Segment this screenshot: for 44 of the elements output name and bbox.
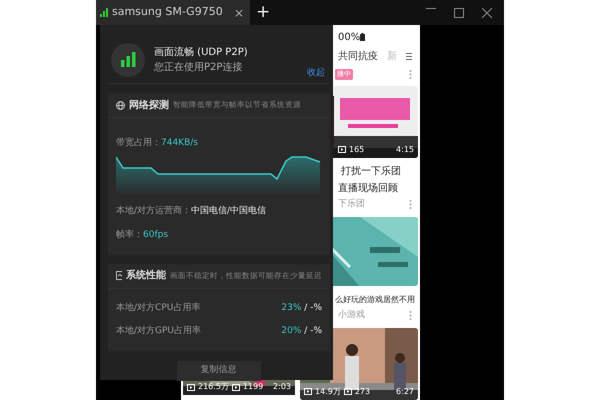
connection-subtitle: 您正在使用P2P连接 <box>154 60 244 74</box>
signal-icon <box>100 8 109 17</box>
video-duration: 6:27 <box>396 386 414 398</box>
signal-icon <box>120 52 136 67</box>
play-icon <box>338 146 346 154</box>
device-tab[interactable]: samsung SM-G9750 × <box>96 0 250 25</box>
view-count: 165 <box>349 144 364 156</box>
tab-title: samsung SM-G9750 <box>112 4 223 20</box>
channel-name: 下乐团 <box>338 198 365 211</box>
section-title: 网络探测 <box>129 98 169 112</box>
view-count: 1199 <box>242 381 264 393</box>
close-icon[interactable] <box>482 8 492 18</box>
stat-line: 带宽占用：744KB/s <box>115 137 199 150</box>
video-title: 直播现场回顾 <box>338 182 399 196</box>
play-icon <box>304 388 312 396</box>
globe-icon <box>116 100 125 110</box>
battery-icon <box>360 33 366 42</box>
metric-value: 20% / -% <box>281 325 322 338</box>
copy-info-button[interactable]: 复制信息 <box>176 360 260 380</box>
video-duration: 4:15 <box>396 144 414 156</box>
category-tab[interactable]: 共同抗疫 <box>338 48 378 66</box>
connection-title: 画面流畅 (UDP P2P) <box>154 46 248 60</box>
video-title: 打扰一下乐团 <box>340 164 402 179</box>
view-count: 14.9万 <box>315 386 341 398</box>
metric-value: 23% / -% <box>281 302 322 314</box>
metric-label: 本地/对方GPU占用率 <box>116 325 202 338</box>
new-tab-button[interactable]: + <box>256 4 270 21</box>
battery-percent: 00% <box>338 30 360 45</box>
view-count: 216.5万 <box>198 381 229 393</box>
maximize-icon[interactable] <box>454 8 464 18</box>
channel-name: 小游戏 <box>338 309 365 322</box>
play-icon <box>187 384 195 390</box>
view-count: 273 <box>354 386 370 398</box>
play-icon <box>344 388 352 396</box>
tab-close-button[interactable]: × <box>234 4 244 22</box>
stat-line: 帧率：60fps <box>115 229 170 242</box>
play-icon <box>232 384 240 390</box>
collapse-link[interactable]: 收起 <box>307 66 325 80</box>
chart-icon <box>116 271 122 280</box>
section-title: 系统性能 <box>126 268 166 283</box>
metric-label: 本地/对方CPU占用率 <box>116 302 200 314</box>
stat-line: 本地/对方运营商：中国电信/中国电信 <box>115 204 268 218</box>
menu-icon[interactable] <box>406 53 412 60</box>
video-duration: 2:03 <box>273 381 291 393</box>
